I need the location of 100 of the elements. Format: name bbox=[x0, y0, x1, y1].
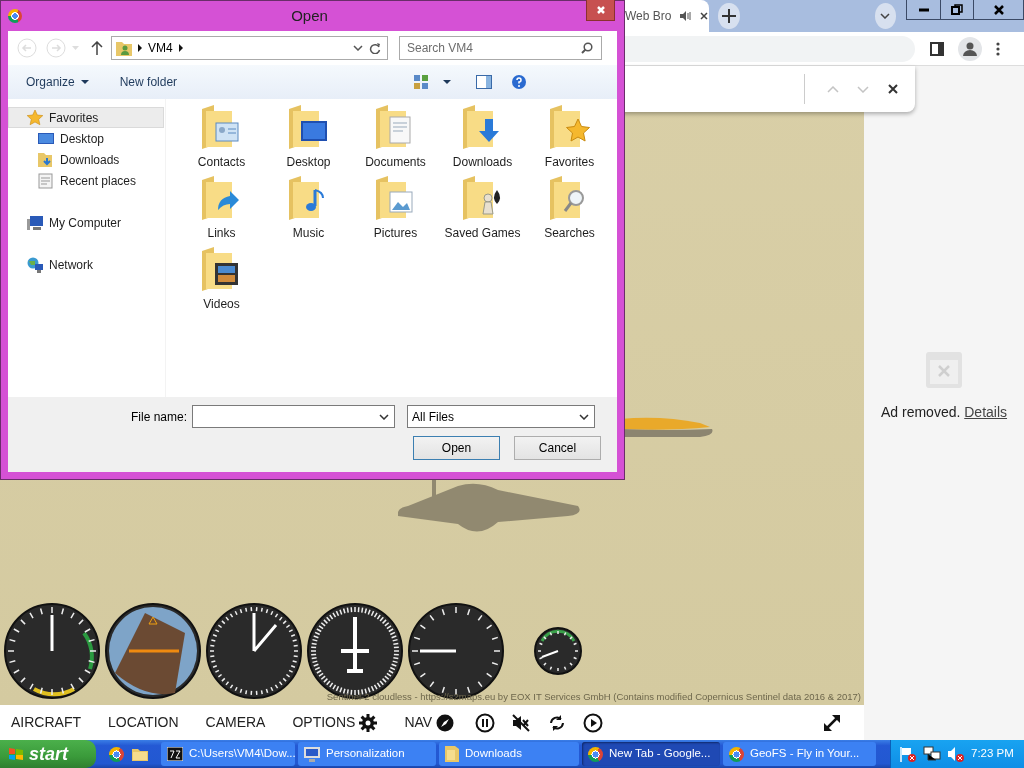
pane-icon bbox=[476, 75, 493, 89]
dialog-title: Open bbox=[290, 5, 329, 26]
circle-logo-icon bbox=[588, 746, 603, 762]
pause-button[interactable] bbox=[475, 712, 496, 733]
search-icon bbox=[581, 42, 593, 54]
muted-speaker-icon[interactable] bbox=[947, 746, 965, 762]
chevron-right-icon bbox=[138, 44, 142, 52]
command-button[interactable]: Organize bbox=[26, 73, 89, 91]
mute-button[interactable] bbox=[511, 712, 532, 733]
caret-icon bbox=[72, 46, 79, 50]
star-icon bbox=[27, 109, 43, 126]
side-panel-button[interactable] bbox=[930, 41, 944, 56]
search-placeholder: Search VM4 bbox=[407, 40, 474, 57]
preview-pane-button[interactable] bbox=[476, 75, 493, 89]
close-icon[interactable] bbox=[699, 11, 710, 21]
person-icon bbox=[963, 41, 977, 56]
close-button[interactable] bbox=[586, 0, 615, 21]
menu-item[interactable]: NAV bbox=[404, 712, 455, 733]
path-segment[interactable]: VM4 bbox=[148, 39, 173, 57]
restore-icon bbox=[951, 3, 963, 16]
taskbar-button[interactable]: Downloads bbox=[439, 742, 579, 766]
up-arrow-icon bbox=[91, 41, 103, 55]
download-folder-icon bbox=[38, 151, 54, 168]
close-find-button[interactable] bbox=[887, 83, 899, 95]
folder-item[interactable]: Videos bbox=[178, 246, 265, 317]
view-dropdown[interactable] bbox=[443, 80, 452, 84]
folder-icon bbox=[547, 105, 592, 151]
taskbar-button[interactable]: C:\Users\VM4\Dow... bbox=[161, 742, 295, 766]
menu-item[interactable]: AIRCRAFT bbox=[11, 712, 81, 733]
file-type-dropdown[interactable]: All Files bbox=[407, 405, 595, 428]
chevron-down-icon bbox=[379, 413, 389, 420]
taskbar-button[interactable]: GeoFS - Fly in Your... bbox=[723, 742, 876, 766]
browser-launch-button[interactable] bbox=[109, 746, 124, 762]
tab-search-button[interactable] bbox=[874, 3, 896, 29]
taskbar-button[interactable]: Personalization bbox=[298, 742, 436, 766]
network-icon[interactable] bbox=[923, 746, 941, 762]
recent-places-icon bbox=[38, 172, 54, 189]
tab-title: Web Bro bbox=[625, 8, 672, 25]
compass-icon bbox=[436, 713, 455, 732]
open-button[interactable]: Open bbox=[413, 436, 500, 460]
menu-item[interactable]: LOCATION bbox=[108, 712, 179, 733]
side-panel-icon bbox=[930, 41, 944, 56]
file-explorer-button[interactable] bbox=[132, 746, 148, 762]
speaker-icon bbox=[679, 10, 692, 22]
chevron-down-icon bbox=[579, 413, 589, 420]
tree-item[interactable]: Recent places bbox=[8, 170, 164, 191]
file-name-field[interactable] bbox=[192, 405, 395, 428]
tachometer-drawing bbox=[534, 627, 582, 675]
tree-item[interactable]: Desktop bbox=[8, 128, 164, 149]
folder-item[interactable]: Contacts bbox=[178, 104, 265, 175]
profile-button[interactable] bbox=[958, 36, 982, 61]
chevron-down-icon bbox=[880, 13, 891, 19]
taskbar-button[interactable]: New Tab - Google... bbox=[582, 742, 720, 766]
muted-speaker-icon bbox=[511, 712, 532, 733]
help-icon bbox=[512, 75, 527, 89]
pause-icon bbox=[475, 712, 496, 733]
caret-icon bbox=[80, 80, 89, 84]
close-icon bbox=[887, 83, 899, 95]
monitor-icon bbox=[304, 746, 320, 762]
chevron-down-icon[interactable] bbox=[353, 45, 363, 51]
plus-icon bbox=[722, 9, 737, 23]
network-globe-icon bbox=[27, 256, 43, 273]
folder-item[interactable]: Documents bbox=[352, 104, 439, 175]
folder-item[interactable]: Links bbox=[178, 175, 265, 246]
search-field[interactable]: Search VM4 bbox=[399, 36, 602, 60]
close-icon bbox=[595, 5, 606, 15]
file-name-label: File name: bbox=[129, 408, 188, 426]
fullscreen-button[interactable] bbox=[822, 712, 842, 733]
command-button[interactable]: New folder bbox=[119, 73, 178, 91]
folder-item[interactable]: Music bbox=[265, 175, 352, 246]
flag-warning-icon[interactable] bbox=[899, 746, 917, 762]
cancel-button[interactable]: Cancel bbox=[514, 436, 601, 460]
new-tab-button[interactable] bbox=[718, 3, 740, 29]
view-grid-icon bbox=[414, 75, 429, 89]
folder-item[interactable]: Saved Games bbox=[439, 175, 526, 246]
folder-item[interactable]: Pictures bbox=[352, 175, 439, 246]
menu-item[interactable]: CAMERA bbox=[205, 712, 266, 733]
tree-item[interactable]: Downloads bbox=[8, 149, 164, 170]
computer-icon bbox=[27, 214, 43, 231]
folder-item[interactable]: Desktop bbox=[265, 104, 352, 175]
details-link[interactable]: Details bbox=[964, 404, 1008, 420]
folder-item[interactable]: Favorites bbox=[526, 104, 613, 175]
address-field[interactable]: VM4 bbox=[111, 36, 388, 60]
play-icon bbox=[583, 712, 604, 733]
play-button[interactable] bbox=[583, 712, 604, 733]
menu-button[interactable] bbox=[996, 41, 1000, 56]
up-button[interactable] bbox=[91, 41, 103, 55]
folder-item[interactable]: Searches bbox=[526, 175, 613, 246]
chevron-down-icon bbox=[857, 85, 869, 93]
chevron-right-icon bbox=[178, 44, 183, 52]
view-button[interactable] bbox=[414, 75, 429, 89]
tree-item[interactable]: Favorites bbox=[8, 107, 164, 128]
expand-icon bbox=[822, 712, 842, 733]
menu-item[interactable]: OPTIONS bbox=[292, 712, 378, 733]
help-button[interactable] bbox=[512, 75, 527, 89]
folder-icon bbox=[132, 747, 148, 761]
tree-item[interactable]: My Computer bbox=[8, 212, 164, 233]
refresh-icon[interactable] bbox=[369, 42, 381, 54]
tree-item[interactable]: Network bbox=[8, 254, 164, 275]
folder-item[interactable]: Downloads bbox=[439, 104, 526, 175]
